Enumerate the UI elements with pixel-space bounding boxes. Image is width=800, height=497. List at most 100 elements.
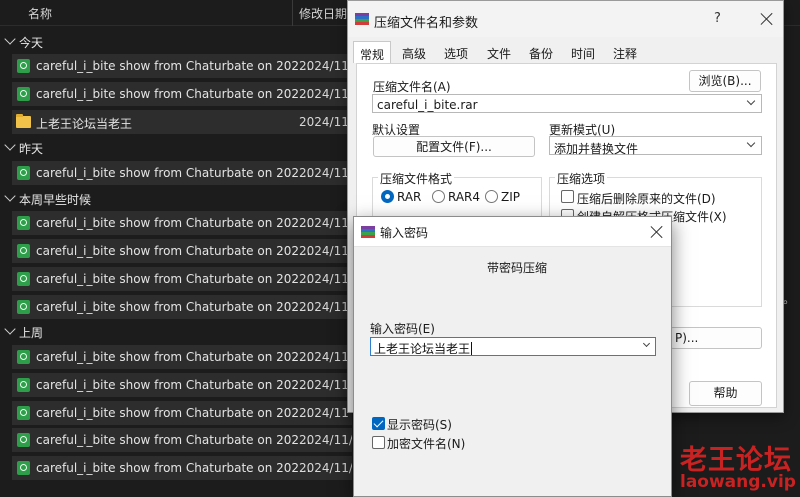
video-file-icon xyxy=(17,87,30,101)
video-file-icon xyxy=(17,59,30,73)
show-password-label: 显示密码(S) xyxy=(387,418,452,432)
file-name: careful_i_bite show from Chaturbate on 2… xyxy=(36,87,311,101)
video-file-icon xyxy=(17,378,30,392)
winrar-icon xyxy=(361,226,375,239)
show-password-checkbox[interactable] xyxy=(372,417,385,430)
dialog-titlebar[interactable]: 压缩文件名和参数 ? xyxy=(348,1,783,37)
file-date: 2024/11 xyxy=(299,166,349,180)
format-rar4-label: RAR4 xyxy=(448,190,481,204)
tab-time[interactable]: 时间 xyxy=(565,41,601,63)
file-row[interactable]: careful_i_bite show from Chaturbate on 2… xyxy=(12,82,352,106)
side-text-fragment: 。 xyxy=(783,292,796,306)
encrypt-names-checkbox[interactable] xyxy=(372,436,385,449)
archive-name-value: careful_i_bite.rar xyxy=(377,98,478,112)
video-file-icon xyxy=(17,244,30,258)
file-row[interactable]: careful_i_bite show from Chaturbate on 2… xyxy=(12,373,352,397)
file-row[interactable]: careful_i_bite show from Chaturbate on 2… xyxy=(12,239,352,263)
file-date: 2024/11 xyxy=(299,406,349,420)
video-file-icon xyxy=(17,216,30,230)
delete-after-label: 压缩后删除原来的文件(D) xyxy=(577,192,716,206)
file-row[interactable]: careful_i_bite show from Chaturbate on 2… xyxy=(12,295,352,319)
dialog-titlebar[interactable]: 输入密码 xyxy=(354,217,671,247)
set-password-button[interactable]: P)... xyxy=(670,327,762,349)
file-date: 2024/11 xyxy=(299,87,349,101)
profiles-button[interactable]: 配置文件(F)... xyxy=(373,136,535,157)
help-icon[interactable]: ? xyxy=(714,11,721,26)
browse-button[interactable]: 浏览(B)... xyxy=(689,70,761,92)
tab-advanced[interactable]: 高级 xyxy=(396,41,432,63)
format-zip-radio[interactable] xyxy=(485,190,498,203)
help-button[interactable]: 帮助 xyxy=(689,381,762,406)
file-date: 2024/11 xyxy=(299,300,349,314)
file-date: 2024/11 xyxy=(299,272,349,286)
folder-icon xyxy=(16,114,31,128)
file-row[interactable]: careful_i_bite show from Chaturbate on 2… xyxy=(12,345,352,369)
encrypt-names-label: 加密文件名(N) xyxy=(387,437,466,451)
group-today[interactable]: 今天 xyxy=(0,32,360,52)
file-name: careful_i_bite show from Chaturbate on 2… xyxy=(36,59,311,73)
close-icon[interactable] xyxy=(650,225,664,239)
archive-options-label: 压缩选项 xyxy=(555,170,608,187)
archive-name-label: 压缩文件名(A) xyxy=(373,80,451,94)
format-rar-radio[interactable] xyxy=(381,190,394,203)
format-zip-label: ZIP xyxy=(501,190,520,204)
tab-comment[interactable]: 注释 xyxy=(607,41,643,63)
group-label: 今天 xyxy=(19,36,44,50)
close-icon[interactable] xyxy=(760,12,774,26)
file-date: 2024/11 xyxy=(299,244,349,258)
password-label: 输入密码(E) xyxy=(370,322,435,336)
file-date: 2024/11 xyxy=(299,350,349,364)
file-date: 2024/11 xyxy=(299,115,349,129)
group-this-week[interactable]: 本周早些时候 xyxy=(0,189,360,209)
column-name-header[interactable]: 名称 xyxy=(28,5,52,22)
tab-backup[interactable]: 备份 xyxy=(523,41,559,63)
file-date: 2024/11/ xyxy=(299,461,352,475)
file-date: 2024/11 xyxy=(299,216,349,230)
file-name: careful_i_bite show from Chaturbate on 2… xyxy=(36,300,311,314)
format-rar-label: RAR xyxy=(397,190,422,204)
file-name: careful_i_bite show from Chaturbate on 2… xyxy=(36,216,311,230)
chevron-down-icon[interactable] xyxy=(642,339,651,348)
archive-name-combo[interactable]: careful_i_bite.rar xyxy=(372,94,762,113)
file-date: 2024/11 xyxy=(299,59,349,73)
format-rar4-radio[interactable] xyxy=(432,190,445,203)
folder-row[interactable]: 上老王论坛当老王 2024/11 xyxy=(12,110,352,134)
dialog-title: 压缩文件名和参数 xyxy=(374,16,479,31)
text-caret xyxy=(471,342,473,355)
chevron-down-icon xyxy=(4,139,16,151)
password-input[interactable]: 上老王论坛当老王 xyxy=(370,337,656,356)
video-file-icon xyxy=(17,300,30,314)
password-dialog-subtitle: 带密码压缩 xyxy=(487,261,548,275)
file-name: careful_i_bite show from Chaturbate on 2… xyxy=(36,406,311,420)
password-value: 上老王论坛当老王 xyxy=(374,340,473,357)
file-row[interactable]: careful_i_bite show from Chaturbate on 2… xyxy=(12,211,352,235)
dialog-title: 输入密码 xyxy=(380,226,429,240)
tab-bar: 常规 高级 选项 文件 备份 时间 注释 xyxy=(353,41,653,63)
file-date: 2024/11 xyxy=(299,378,349,392)
file-row[interactable]: careful_i_bite show from Chaturbate on 2… xyxy=(12,54,352,78)
file-row[interactable]: careful_i_bite show from Chaturbate on 2… xyxy=(12,428,352,452)
column-date-header[interactable]: 修改日期 xyxy=(299,5,347,22)
update-mode-value: 添加并替换文件 xyxy=(554,142,639,156)
file-name: careful_i_bite show from Chaturbate on 2… xyxy=(36,166,311,180)
tab-options[interactable]: 选项 xyxy=(438,41,474,63)
file-row[interactable]: careful_i_bite show from Chaturbate on 2… xyxy=(12,267,352,291)
file-row[interactable]: careful_i_bite show from Chaturbate on 2… xyxy=(12,161,352,185)
tab-files[interactable]: 文件 xyxy=(481,41,517,63)
file-row[interactable]: careful_i_bite show from Chaturbate on 2… xyxy=(12,456,352,480)
file-name: careful_i_bite show from Chaturbate on 2… xyxy=(36,433,311,447)
file-name: careful_i_bite show from Chaturbate on 2… xyxy=(36,461,311,475)
video-file-icon xyxy=(17,406,30,420)
tab-general[interactable]: 常规 xyxy=(353,41,392,63)
chevron-down-icon xyxy=(4,323,16,335)
file-row[interactable]: careful_i_bite show from Chaturbate on 2… xyxy=(12,401,352,425)
update-mode-select[interactable]: 添加并替换文件 xyxy=(549,136,762,156)
column-divider[interactable] xyxy=(292,0,293,26)
chevron-down-icon xyxy=(4,33,16,45)
group-last-week[interactable]: 上周 xyxy=(0,322,360,342)
delete-after-checkbox[interactable] xyxy=(561,190,574,203)
group-yesterday[interactable]: 昨天 xyxy=(0,138,360,158)
video-file-icon xyxy=(17,350,30,364)
chevron-down-icon xyxy=(746,138,756,148)
file-name: careful_i_bite show from Chaturbate on 2… xyxy=(36,244,311,258)
